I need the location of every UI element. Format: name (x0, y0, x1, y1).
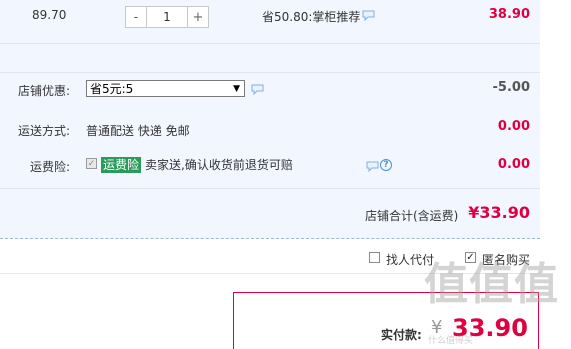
shipping-insurance-fee: 0.00 (497, 157, 530, 172)
shipping-method-label: 运送方式: (17, 124, 70, 138)
panel-divider (0, 43, 540, 44)
proxy-pay-checkbox[interactable] (369, 252, 380, 263)
shipping-insurance-checkbox[interactable]: ✓ (86, 158, 97, 169)
quantity-input[interactable]: 1 (147, 7, 187, 27)
panel-divider (0, 188, 540, 189)
quantity-stepper: - 1 + (125, 6, 209, 28)
shipping-insurance-tag: 运费险 (101, 157, 142, 173)
section-divider (0, 273, 540, 274)
currency-symbol: ¥ (431, 317, 443, 338)
anonymous-purchase-checkbox[interactable]: ✓ (465, 252, 476, 263)
shipping-insurance-text: 卖家送,确认收货前退货可赔 (145, 158, 293, 172)
help-icon[interactable]: ? (380, 159, 392, 171)
item-total-price: 38.90 (488, 7, 530, 22)
store-discount-selected-value: 省5元:5 (90, 82, 134, 96)
message-bubble-icon[interactable] (251, 84, 264, 98)
payment-amount-label: 实付款: (381, 328, 422, 342)
dropdown-arrow-icon: ▼ (233, 84, 240, 94)
anonymous-purchase-label[interactable]: 匿名购买 (482, 251, 530, 268)
message-bubble-icon[interactable] (362, 10, 375, 24)
store-subtotal-value: ¥33.90 (468, 203, 530, 222)
store-discount-label: 店铺优惠: (17, 84, 70, 98)
quantity-decrease-button[interactable]: - (126, 7, 147, 27)
store-discount-select[interactable]: 省5元:5 ▼ (86, 80, 245, 97)
order-confirm-page: 89.70 - 1 + 省50.80:掌柜推荐 38.90 店铺优惠: 省5元:… (0, 0, 571, 349)
proxy-pay-label[interactable]: 找人代付 (386, 251, 434, 268)
quantity-increase-button[interactable]: + (187, 7, 208, 27)
store-discount-amount: -5.00 (492, 80, 530, 95)
store-subtotal-label: 店铺合计(含运费) (365, 209, 459, 223)
store-order-panel (0, 0, 540, 239)
message-bubble-icon[interactable] (366, 161, 379, 175)
shipping-method-value: 普通配送 快递 免邮 (86, 124, 190, 138)
item-promo-text: 省50.80:掌柜推荐 (262, 10, 361, 24)
payment-summary-box: 实付款: ¥ 33.90 (233, 292, 539, 349)
payment-amount-value: 33.90 (452, 314, 528, 342)
item-unit-price: 89.70 (32, 8, 67, 22)
shipping-insurance-label: 运费险: (29, 160, 70, 174)
panel-divider (0, 72, 540, 73)
shipping-fee: 0.00 (497, 119, 530, 134)
